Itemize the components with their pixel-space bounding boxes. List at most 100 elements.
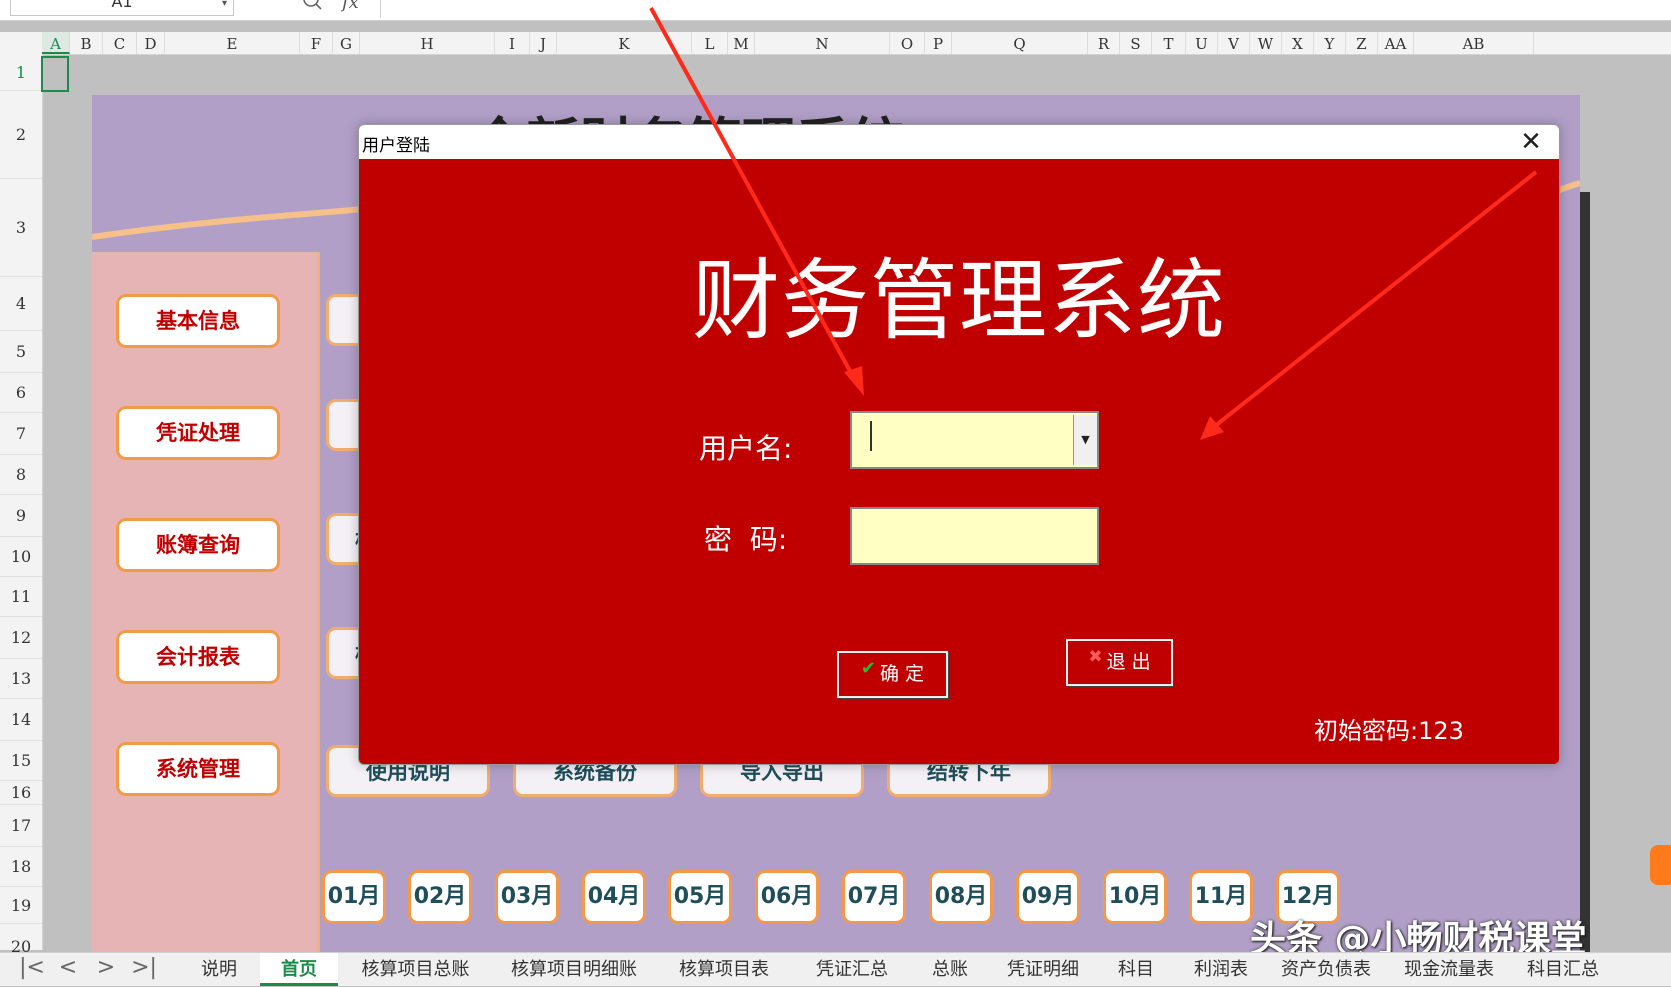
month-button-06[interactable]: 06月 (755, 870, 819, 924)
sheet-tab[interactable]: 科目 (1097, 953, 1175, 986)
sidebar: 基本信息 凭证处理 账簿查询 会计报表 系统管理 (92, 252, 320, 952)
column-header-c[interactable]: C (103, 32, 137, 54)
initial-password-note: 初始密码:123 (1314, 717, 1464, 745)
column-header-i[interactable]: I (495, 32, 530, 54)
sheet-tab[interactable]: 总账 (911, 953, 989, 986)
column-header-r[interactable]: R (1088, 32, 1120, 54)
column-header-o[interactable]: O (890, 32, 925, 54)
dialog-titlebar[interactable]: 用户登陆 ✕ (359, 125, 1559, 159)
password-input[interactable] (850, 507, 1099, 565)
sheet-tab[interactable]: 说明 (178, 953, 260, 986)
selected-cell-a1[interactable] (41, 56, 69, 92)
search-icon[interactable] (300, 0, 322, 12)
row-header-13[interactable]: 13 (0, 659, 42, 699)
column-header-b[interactable]: B (70, 32, 103, 54)
month-button-10[interactable]: 10月 (1103, 870, 1167, 924)
row-header-2[interactable]: 2 (0, 91, 42, 179)
sidebar-button-basic-info[interactable]: 基本信息 (116, 294, 280, 348)
sheet-tab[interactable]: 利润表 (1175, 953, 1267, 986)
column-header-m[interactable]: M (728, 32, 755, 54)
sheet-tab[interactable]: 凭证汇总 (793, 953, 911, 986)
column-header-t[interactable]: T (1152, 32, 1186, 54)
column-header-u[interactable]: U (1186, 32, 1218, 54)
row-header-16[interactable]: 16 (0, 781, 42, 805)
column-header-l[interactable]: L (692, 32, 728, 54)
formula-input[interactable] (380, 0, 1671, 18)
sheet-tab[interactable]: 首页 (260, 953, 338, 986)
row-header-11[interactable]: 11 (0, 577, 42, 617)
column-header-g[interactable]: G (333, 32, 360, 54)
row-header-18[interactable]: 18 (0, 847, 42, 887)
row-header-3[interactable]: 3 (0, 179, 42, 277)
username-combobox[interactable]: ▼ (850, 411, 1099, 469)
column-header-aa[interactable]: AA (1378, 32, 1414, 54)
row-header-6[interactable]: 6 (0, 373, 42, 413)
column-header-w[interactable]: W (1250, 32, 1282, 54)
row-header-8[interactable]: 8 (0, 455, 42, 495)
sheet-tab[interactable]: 核算项目总账 (338, 953, 493, 986)
column-header-e[interactable]: E (165, 32, 300, 54)
dialog-heading: 财务管理系统 (691, 249, 1226, 352)
row-header-15[interactable]: 15 (0, 741, 42, 781)
month-button-01[interactable]: 01月 (322, 870, 386, 924)
ok-button-label: 确 定 (880, 663, 925, 685)
sidebar-button-reports[interactable]: 会计报表 (116, 630, 280, 684)
month-button-07[interactable]: 07月 (842, 870, 906, 924)
name-box[interactable]: A1 (10, 0, 234, 16)
column-header-d[interactable]: D (137, 32, 165, 54)
sheet-tab[interactable]: 现金流量表 (1385, 953, 1513, 986)
chevron-down-icon[interactable]: ▾ (222, 0, 227, 9)
fx-icon[interactable]: fx (342, 0, 359, 13)
sidebar-button-system[interactable]: 系统管理 (116, 742, 280, 796)
column-header-z[interactable]: Z (1346, 32, 1378, 54)
row-header-bar: 1 2 3 4 5 6 7 8 9 10 11 12 13 14 15 16 17 18 19 20 (0, 54, 43, 970)
column-header-ab[interactable]: AB (1414, 32, 1534, 54)
month-button-05[interactable]: 05月 (668, 870, 732, 924)
close-icon[interactable]: ✕ (1516, 127, 1546, 157)
column-header-x[interactable]: X (1282, 32, 1314, 54)
row-header-1[interactable]: 1 (0, 54, 42, 91)
row-header-19[interactable]: 19 (0, 887, 42, 924)
sheet-tab-bar: |< < > >| 说明 首页 核算项目总账 核算项目明细账 核算项目表 凭证汇总 总账 凭证… (0, 952, 1671, 986)
sheet-tab[interactable]: 凭证明细 (989, 953, 1097, 986)
dialog-title: 用户登陆 (362, 136, 430, 156)
text-caret (870, 421, 872, 451)
sidebar-button-ledger[interactable]: 账簿查询 (116, 518, 280, 572)
column-header-j[interactable]: J (530, 32, 557, 54)
column-header-n[interactable]: N (755, 32, 890, 54)
sheet-tabs: 说明 首页 核算项目总账 核算项目明细账 核算项目表 凭证汇总 总账 凭证明细 科目 利润表 资产负… (0, 953, 1671, 986)
month-button-02[interactable]: 02月 (408, 870, 472, 924)
cross-icon: ✖ (1088, 647, 1103, 667)
checkmark-icon: ✔ (860, 658, 877, 679)
row-header-9[interactable]: 9 (0, 495, 42, 537)
month-button-11[interactable]: 11月 (1189, 870, 1253, 924)
row-header-17[interactable]: 17 (0, 805, 42, 847)
month-button-08[interactable]: 08月 (929, 870, 993, 924)
row-header-7[interactable]: 7 (0, 413, 42, 455)
sheet-tab[interactable]: 核算项目表 (655, 953, 793, 986)
row-header-12[interactable]: 12 (0, 617, 42, 659)
exit-button[interactable]: ✖ 退 出 (1066, 639, 1173, 686)
column-header-y[interactable]: Y (1314, 32, 1346, 54)
row-header-4[interactable]: 4 (0, 277, 42, 331)
column-header-s[interactable]: S (1120, 32, 1152, 54)
column-header-f[interactable]: F (300, 32, 333, 54)
row-header-10[interactable]: 10 (0, 537, 42, 577)
month-button-09[interactable]: 09月 (1016, 870, 1080, 924)
month-button-03[interactable]: 03月 (495, 870, 559, 924)
dropdown-arrow-icon[interactable]: ▼ (1073, 415, 1097, 465)
column-header-p[interactable]: P (925, 32, 952, 54)
ok-button[interactable]: ✔ 确 定 (837, 651, 948, 698)
month-button-04[interactable]: 04月 (582, 870, 646, 924)
sheet-tab[interactable]: 科目汇总 (1513, 953, 1613, 986)
sheet-tab[interactable]: 资产负债表 (1267, 953, 1385, 986)
sheet-tab[interactable]: 核算项目明细账 (493, 953, 655, 986)
column-header-a[interactable]: A (42, 32, 70, 54)
row-header-14[interactable]: 14 (0, 699, 42, 741)
column-header-k[interactable]: K (557, 32, 692, 54)
sidebar-button-voucher[interactable]: 凭证处理 (116, 406, 280, 460)
column-header-v[interactable]: V (1218, 32, 1250, 54)
row-header-5[interactable]: 5 (0, 331, 42, 373)
column-header-h[interactable]: H (360, 32, 495, 54)
column-header-q[interactable]: Q (952, 32, 1088, 54)
